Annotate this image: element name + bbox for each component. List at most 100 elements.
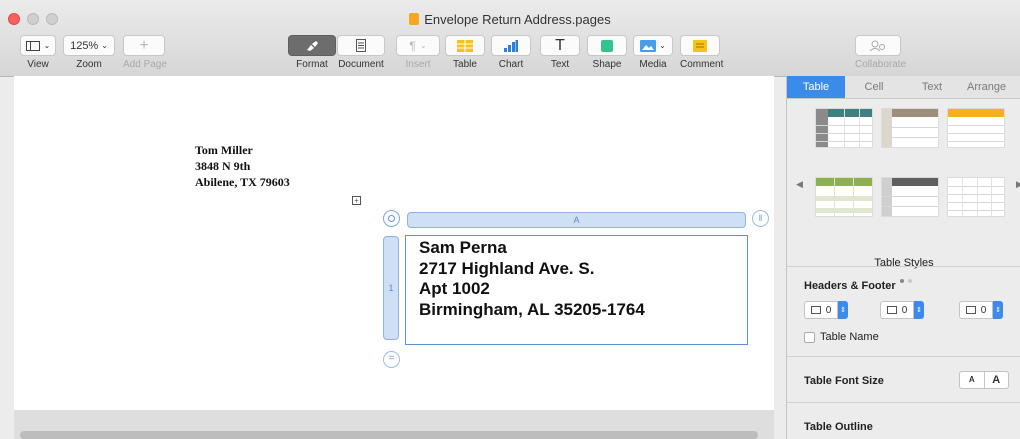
table-style-1[interactable] (815, 108, 873, 148)
stepper-arrows-icon[interactable]: ⇕ (914, 301, 924, 319)
table-control[interactable]: Table (445, 35, 485, 70)
insert-control[interactable]: ¶ ⌄ Insert (396, 35, 440, 70)
format-control[interactable]: Format (288, 35, 336, 70)
column-header-a[interactable]: A (407, 212, 746, 228)
plus-icon: + (139, 36, 149, 54)
table-button[interactable] (445, 35, 485, 56)
tab-table[interactable]: Table (787, 76, 845, 98)
window-title-text: Envelope Return Address.pages (424, 12, 611, 27)
tab-arrange[interactable]: Arrange (961, 76, 1020, 98)
document-control[interactable]: Document (337, 35, 385, 70)
recipient-city: Birmingham, AL 35205-1764 (419, 299, 645, 319)
sidebar-icon (25, 40, 40, 51)
page-dot[interactable] (908, 279, 912, 283)
tab-text[interactable]: Text (903, 76, 961, 98)
text-label: Text (550, 59, 570, 70)
table-style-4[interactable] (815, 177, 873, 217)
recipient-apt: Apt 1002 (419, 279, 490, 298)
media-button[interactable]: ⌄ (633, 35, 673, 56)
header-columns-value: 0 (901, 304, 908, 316)
stepper-arrows-icon[interactable]: ⇕ (838, 301, 848, 319)
divider (787, 402, 1020, 403)
table-icon (457, 39, 473, 52)
pilcrow-icon: ¶ (409, 38, 416, 53)
pages-document-icon (409, 13, 420, 25)
chart-label: Chart (498, 59, 524, 70)
collaborate-icon (869, 40, 885, 51)
stepper-arrows-icon[interactable]: ⇕ (993, 301, 1003, 319)
chevron-left-icon[interactable]: ◀ (796, 179, 803, 190)
collaborate-button[interactable] (855, 35, 901, 56)
collaborate-label: Collaborate (855, 59, 907, 70)
increase-font-size-button[interactable]: A (985, 372, 1009, 388)
return-address[interactable]: Tom Miller 3848 N 9th Abilene, TX 79603 (195, 142, 290, 190)
return-city: Abilene, TX 79603 (195, 175, 290, 189)
comment-label: Comment (680, 59, 724, 70)
shape-button[interactable] (587, 35, 627, 56)
add-row-handle[interactable]: = (383, 351, 400, 368)
chart-control[interactable]: Chart (491, 35, 531, 70)
view-control[interactable]: ⌄ View (20, 35, 56, 70)
paintbrush-icon (307, 40, 318, 51)
format-button[interactable] (288, 35, 336, 56)
text-button[interactable]: T (540, 35, 580, 56)
text-control[interactable]: T Text (540, 35, 580, 70)
column-resize-icon: ‖ (758, 213, 763, 223)
headers-footer-title: Headers & Footer (804, 280, 896, 292)
return-name: Tom Miller (195, 143, 253, 157)
tab-cell[interactable]: Cell (845, 76, 903, 98)
chevron-down-icon: ⌄ (43, 41, 51, 50)
table-move-handle-icon[interactable]: + (352, 196, 361, 205)
view-label: View (27, 59, 49, 70)
table-name-checkbox[interactable] (804, 332, 815, 343)
zoom-popup[interactable]: 125% ⌄ (63, 35, 115, 56)
page-indicator[interactable] (900, 272, 916, 286)
zoom-label: Zoom (76, 59, 102, 70)
shape-icon (601, 39, 613, 52)
media-control[interactable]: ⌄ Media (633, 35, 673, 70)
table-style-6[interactable] (947, 177, 1005, 217)
horizontal-scrollbar[interactable] (20, 431, 758, 439)
insert-button[interactable]: ¶ ⌄ (396, 35, 440, 56)
footer-rows-value: 0 (980, 304, 987, 316)
zoom-value: 125% (70, 39, 99, 52)
row-header-1[interactable]: 1 (383, 236, 399, 340)
chevron-down-icon: ⌄ (101, 41, 108, 50)
table-styles-label: Table Styles (874, 257, 934, 269)
table-style-3[interactable] (947, 108, 1005, 148)
add-page-button[interactable]: + (123, 35, 165, 56)
document-icon (356, 39, 366, 52)
chevron-right-icon[interactable]: ▶ (1016, 179, 1020, 190)
divider (787, 356, 1020, 357)
footer-rows-stepper[interactable]: 0 ⇕ (959, 301, 1003, 319)
collaborate-control[interactable]: Collaborate (855, 35, 906, 70)
header-rows-icon (810, 306, 821, 314)
page-dot-active[interactable] (900, 279, 904, 283)
table-style-5[interactable] (881, 177, 939, 217)
recipient-name: Sam Perna (419, 238, 507, 257)
recipient-address[interactable]: Sam Perna 2717 Highland Ave. S. Apt 1002… (419, 238, 645, 320)
add-column-handle[interactable]: ‖ (752, 210, 769, 227)
add-page-control[interactable]: + Add Page (123, 35, 167, 70)
comment-button[interactable] (680, 35, 720, 56)
divider (787, 266, 1020, 267)
chart-icon (504, 39, 518, 52)
document-button[interactable] (337, 35, 385, 56)
media-label: Media (639, 59, 667, 70)
header-columns-icon (886, 306, 897, 314)
chevron-down-icon: ⌄ (419, 41, 427, 50)
table-font-size-title: Table Font Size (804, 375, 884, 387)
zoom-control[interactable]: 125% ⌄ Zoom (63, 35, 115, 70)
chart-button[interactable] (491, 35, 531, 56)
recipient-street: 2717 Highland Ave. S. (419, 258, 595, 278)
view-button[interactable]: ⌄ (20, 35, 56, 56)
comment-control[interactable]: Comment (680, 35, 723, 70)
table-select-handle[interactable] (383, 210, 400, 227)
decrease-font-size-button[interactable]: A (960, 372, 985, 388)
header-rows-stepper[interactable]: 0 ⇕ (804, 301, 848, 319)
header-columns-stepper[interactable]: 0 ⇕ (880, 301, 924, 319)
document-label: Document (338, 59, 384, 70)
table-outline-title: Table Outline (804, 421, 873, 433)
shape-control[interactable]: Shape (587, 35, 627, 70)
table-style-2[interactable] (881, 108, 939, 148)
